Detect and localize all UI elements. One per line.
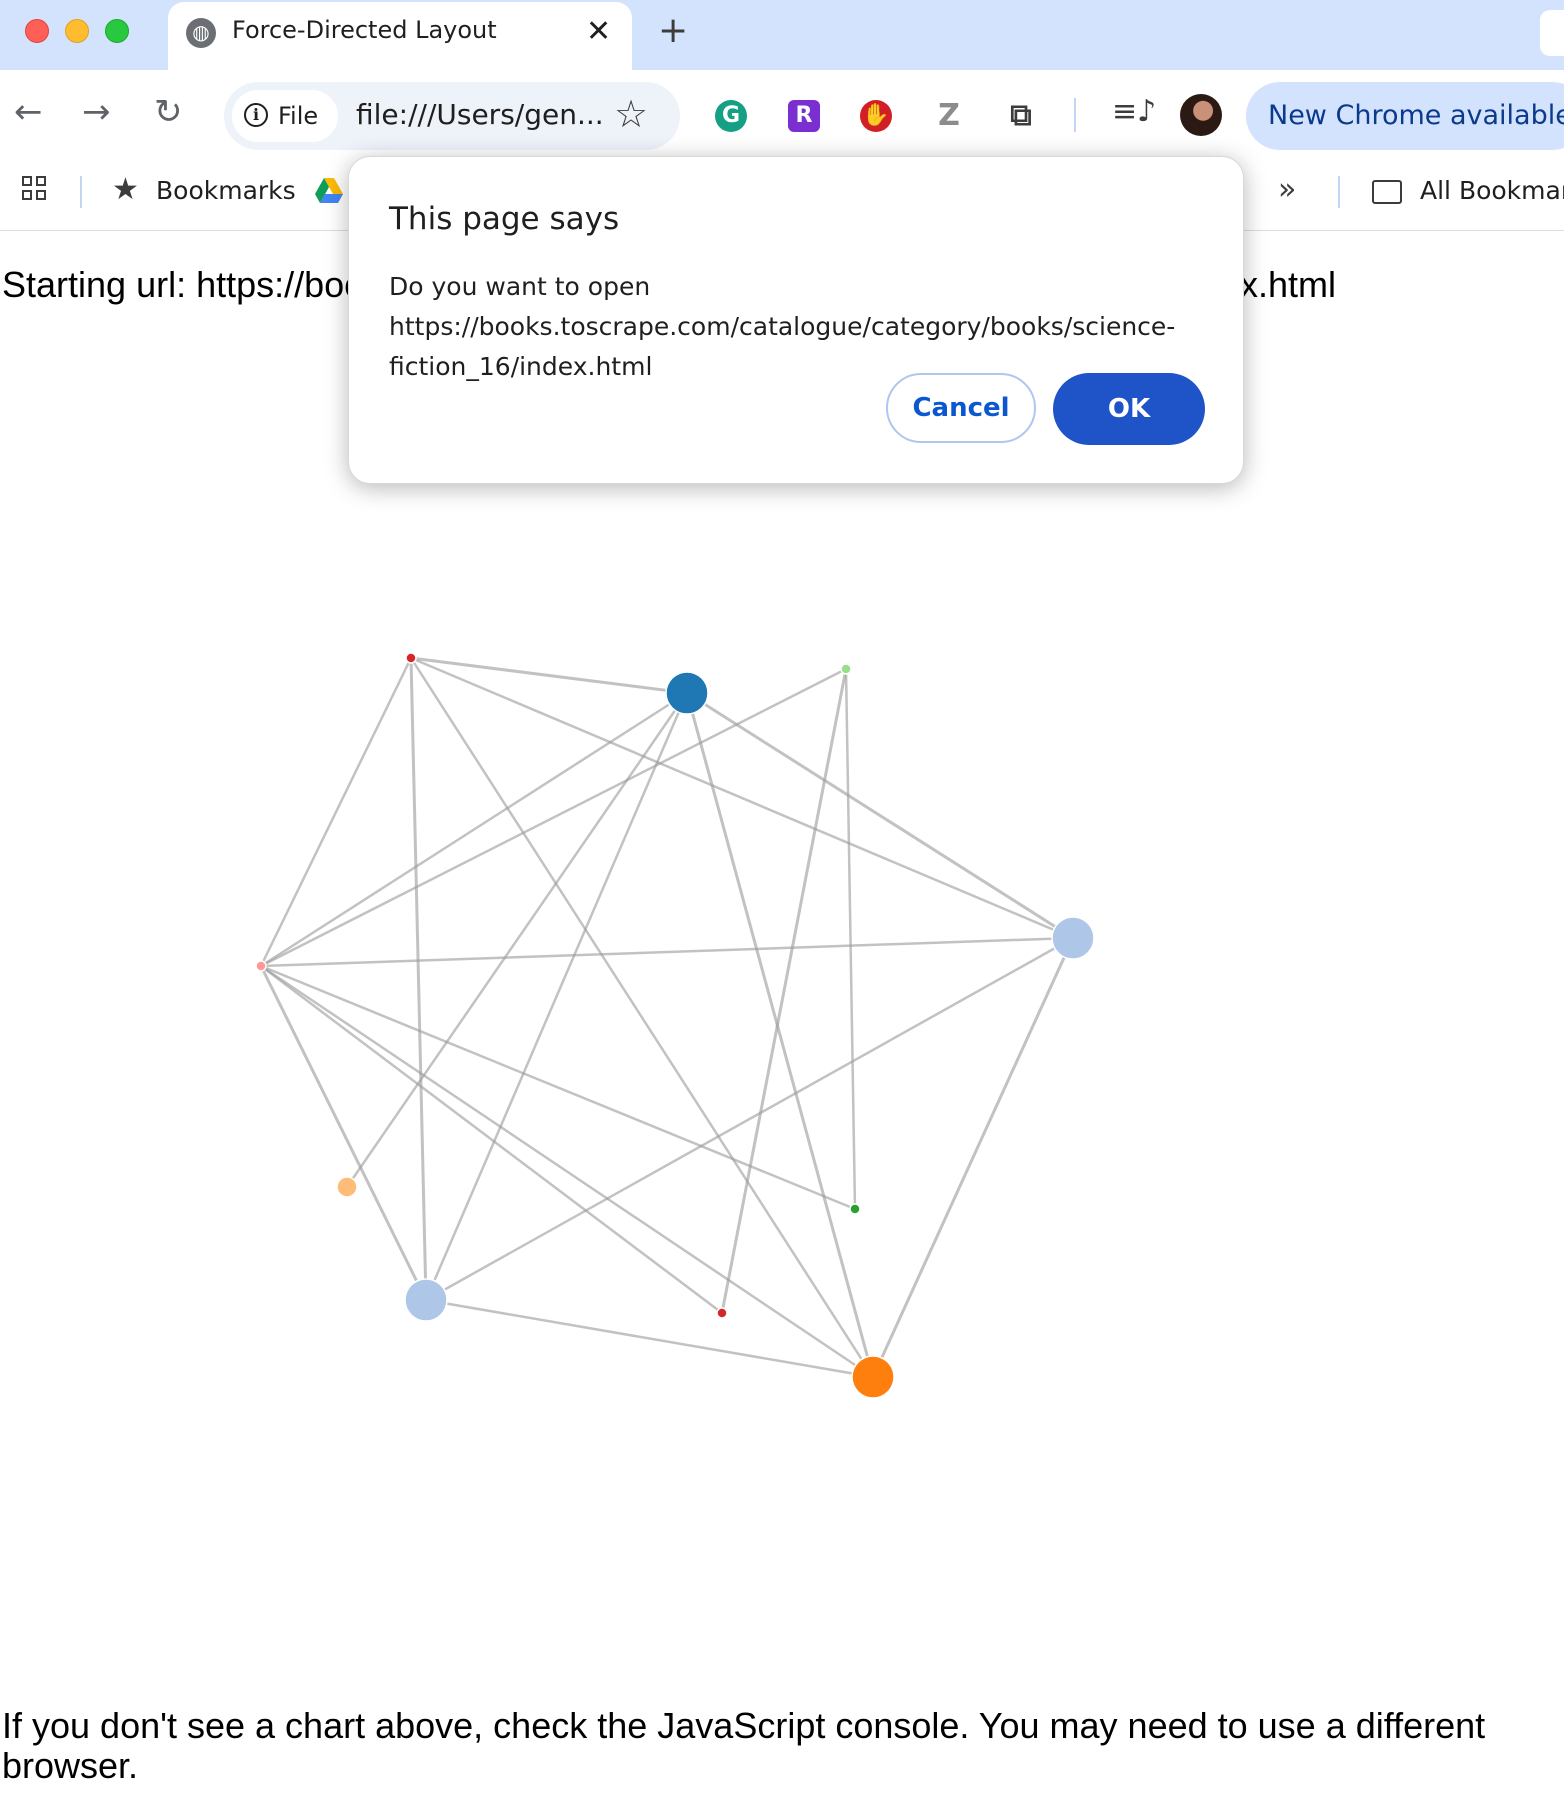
tab-strip: ◍ Force-Directed Layout ✕ + <box>0 0 1564 70</box>
bookmark-star-icon[interactable]: ☆ <box>614 92 648 136</box>
graph-link <box>720 668 848 1314</box>
site-info-chip[interactable]: i File <box>232 90 338 142</box>
tab-title: Force-Directed Layout <box>232 16 497 44</box>
bookmarks-star-icon: ★ <box>112 172 139 207</box>
globe-icon: ◍ <box>186 18 216 48</box>
new-tab-button[interactable]: + <box>658 10 688 51</box>
graph-node[interactable] <box>405 652 417 664</box>
dialog-title: This page says <box>389 201 620 237</box>
graph-node[interactable] <box>716 1307 728 1319</box>
active-tab[interactable]: ◍ Force-Directed Layout ✕ <box>168 2 632 70</box>
tab-search-button[interactable] <box>1540 10 1564 56</box>
apps-grid-icon[interactable] <box>22 176 50 204</box>
fallback-message: If you don't see a chart above, check th… <box>2 1705 1486 1786</box>
graph-link <box>260 964 874 1379</box>
graph-link <box>685 692 875 1378</box>
graph-node[interactable] <box>840 663 852 675</box>
window-close-button[interactable] <box>25 19 49 43</box>
cancel-button[interactable]: Cancel <box>886 373 1036 443</box>
graph-link <box>871 937 1075 1378</box>
graph-link <box>424 692 689 1301</box>
all-bookmarks-button[interactable]: All Bookmarks <box>1420 176 1564 205</box>
dialog-message: Do you want to open https://books.toscra… <box>389 272 1176 381</box>
url-text[interactable]: file:///Users/gen... <box>356 98 604 131</box>
graph-node[interactable] <box>1051 916 1095 960</box>
force-directed-graph <box>255 652 1095 1399</box>
alert-dialog: This page says Do you want to open https… <box>348 156 1244 484</box>
graph-link <box>345 692 689 1188</box>
starting-url-text: Starting url: https://boo x.html <box>2 264 1336 306</box>
graph-link <box>425 1298 874 1379</box>
graph-node[interactable] <box>404 1278 448 1322</box>
graph-link <box>259 965 428 1301</box>
graph-node[interactable] <box>255 960 267 972</box>
bookmarks-folder[interactable]: Bookmarks <box>156 176 296 205</box>
grammarly-icon[interactable]: G <box>715 100 747 132</box>
graph-link <box>425 936 1074 1302</box>
graph-node[interactable] <box>849 1203 861 1215</box>
puzzle-icon[interactable]: ⧉ <box>1005 100 1037 132</box>
starting-url-right: x.html <box>1240 264 1337 305</box>
google-drive-icon[interactable] <box>315 178 343 204</box>
new-chrome-available-button[interactable]: New Chrome available <box>1246 82 1564 150</box>
browser-toolbar: ← → ↻ i File file:///Users/gen... ☆ G R … <box>0 70 1564 162</box>
graph-link <box>259 657 413 967</box>
avatar[interactable] <box>1180 94 1222 136</box>
z-extension-icon[interactable]: Z <box>933 100 965 132</box>
tab-close-icon[interactable]: ✕ <box>586 14 611 49</box>
graph-link <box>260 667 847 968</box>
graph-node[interactable] <box>665 671 709 715</box>
more-bookmarks-chevron-icon[interactable]: » <box>1278 172 1296 207</box>
back-icon[interactable]: ← <box>14 92 43 132</box>
address-bar[interactable]: i File file:///Users/gen... ☆ <box>224 82 680 150</box>
graph-link <box>260 691 688 968</box>
window-minimize-button[interactable] <box>65 19 89 43</box>
graph-node[interactable] <box>851 1355 895 1399</box>
graph-link <box>844 668 857 1210</box>
reload-icon[interactable]: ↻ <box>154 92 183 132</box>
bookmarks-divider-right <box>1338 176 1340 208</box>
graph-link <box>409 657 428 1301</box>
graph-links <box>259 656 1075 1379</box>
window-maximize-button[interactable] <box>105 19 129 43</box>
graph-nodes <box>255 652 1095 1399</box>
graph-link <box>260 965 723 1314</box>
graph-link <box>260 936 1074 968</box>
update-label: New Chrome available <box>1268 100 1564 131</box>
site-info-label: File <box>278 102 319 130</box>
starting-url-left: Starting url: https://boo <box>2 264 365 305</box>
info-icon: i <box>244 103 268 127</box>
graph-node[interactable] <box>336 1176 358 1198</box>
media-controls-icon[interactable]: ≡♪ <box>1112 94 1156 129</box>
adblock-stop-icon[interactable]: ✋ <box>860 100 892 132</box>
r-extension-icon[interactable]: R <box>788 100 820 132</box>
bookmarks-divider <box>80 176 82 208</box>
ok-button[interactable]: OK <box>1053 373 1205 445</box>
toolbar-divider <box>1074 98 1076 132</box>
forward-icon[interactable]: → <box>82 92 111 132</box>
folder-icon <box>1372 180 1402 204</box>
